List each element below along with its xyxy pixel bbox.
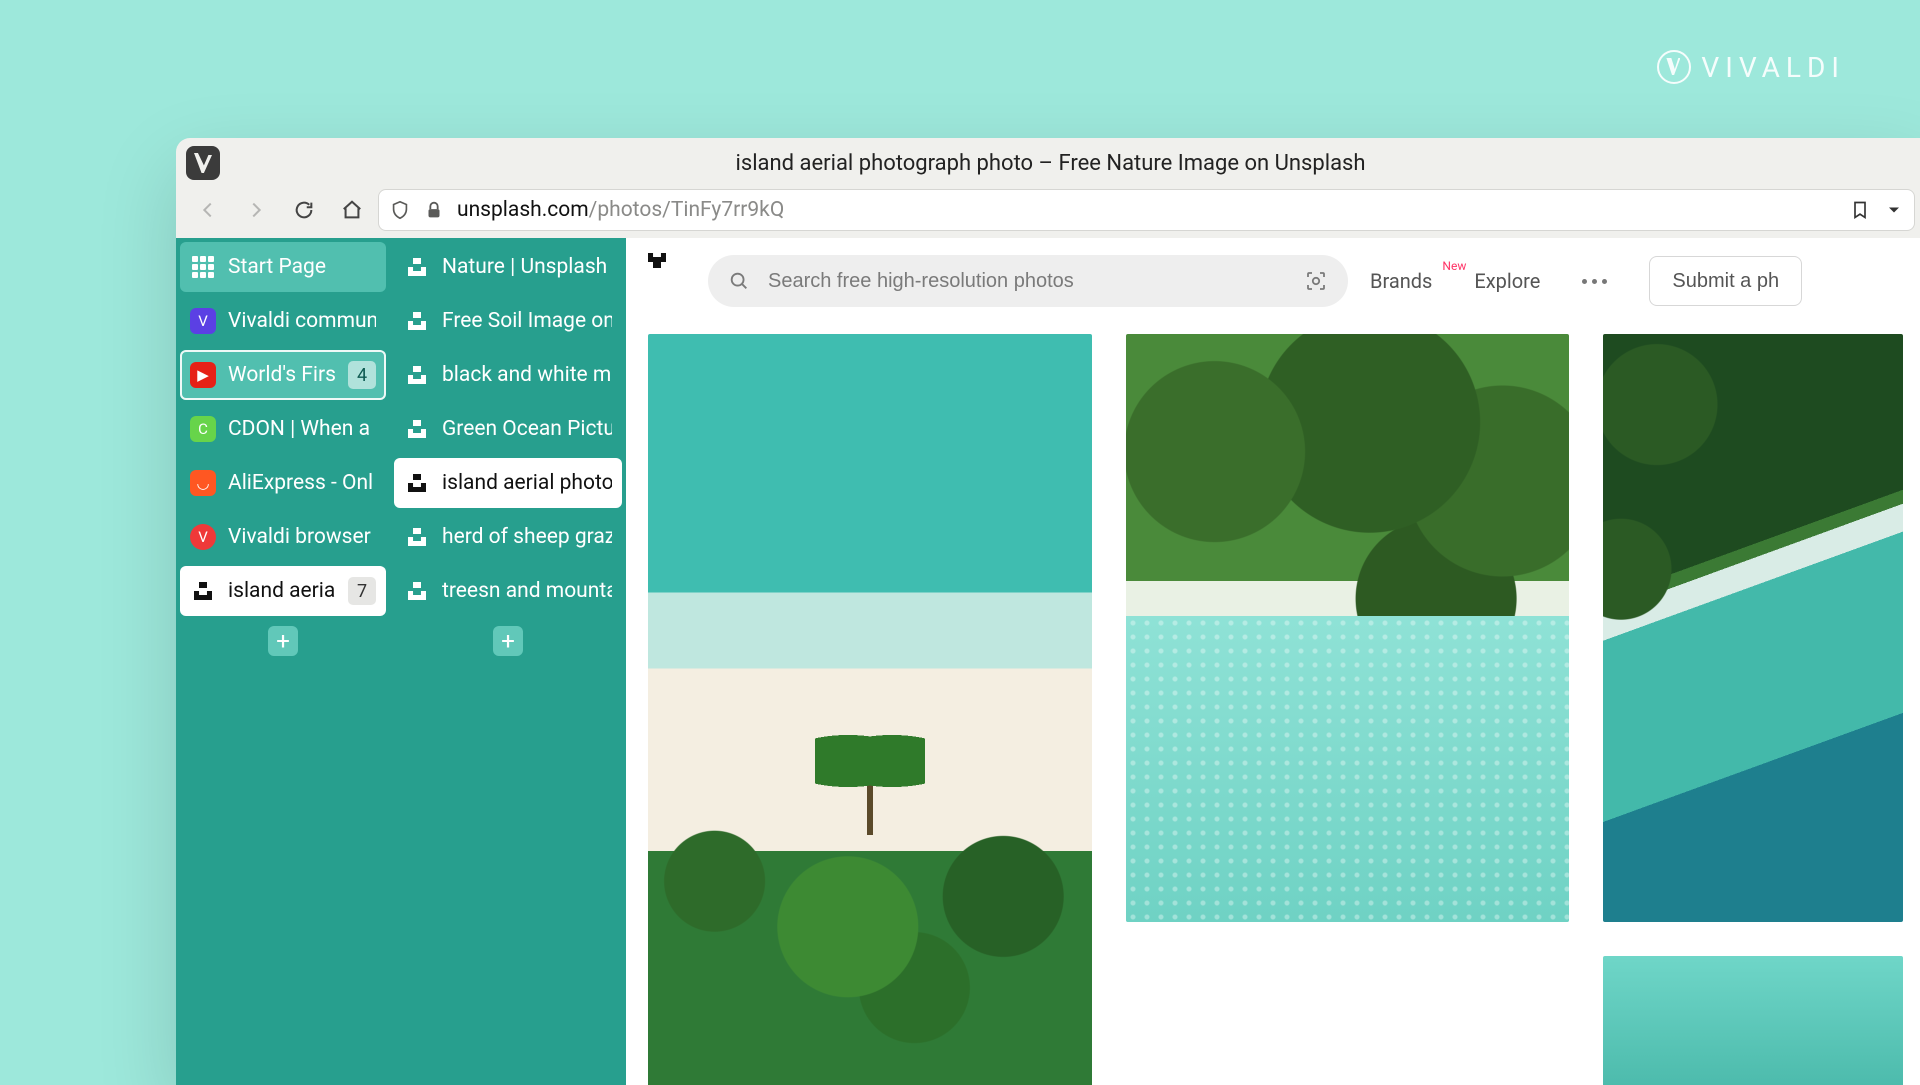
more-menu-icon[interactable]: [1582, 279, 1607, 284]
site-search-input[interactable]: [768, 270, 1286, 293]
tab-stack-count: 7: [348, 577, 376, 605]
lock-icon: [423, 199, 445, 221]
gallery-photo[interactable]: [1126, 334, 1570, 922]
page-content: Brands New Explore Submit a ph: [626, 238, 1920, 1085]
tab-label: herd of sheep graz: [442, 525, 612, 549]
tab-cdon[interactable]: C CDON | When a: [180, 404, 386, 454]
tab-label: Vivaldi browser: [228, 525, 376, 549]
unsplash-icon: [404, 308, 430, 334]
gallery-photo[interactable]: [1603, 334, 1903, 922]
toolbar: unsplash.com/photos/TinFy7rr9kQ: [176, 188, 1920, 238]
vivaldi-watermark: VIVALDI: [1657, 50, 1845, 84]
tab-aliexpress[interactable]: ◡ AliExpress - Onl: [180, 458, 386, 508]
tab-trees-mountains[interactable]: treesn and mounta: [394, 566, 622, 616]
unsplash-icon: [404, 362, 430, 388]
tab-label: black and white m: [442, 363, 612, 387]
vivaldi-wordmark: VIVALDI: [1701, 51, 1845, 84]
tab-column-2: Nature | Unsplash Free Soil Image on bla…: [390, 238, 626, 1085]
forward-button[interactable]: [234, 190, 278, 230]
site-header: Brands New Explore Submit a ph: [626, 238, 1920, 324]
aliexpress-icon: ◡: [190, 470, 216, 496]
url-host: unsplash.com: [457, 198, 589, 222]
tab-vivaldi-browser[interactable]: V Vivaldi browser: [180, 512, 386, 562]
nav-brands[interactable]: Brands New: [1370, 269, 1432, 293]
unsplash-icon: [404, 524, 430, 550]
new-subtab-button[interactable]: +: [493, 626, 523, 656]
home-button[interactable]: [330, 190, 374, 230]
vivaldi-icon: V: [190, 308, 216, 334]
tab-green-ocean[interactable]: Green Ocean Pictu: [394, 404, 622, 454]
address-bar[interactable]: unsplash.com/photos/TinFy7rr9kQ: [378, 189, 1915, 231]
gallery-photo[interactable]: [1603, 956, 1903, 1085]
bookmark-icon[interactable]: [1850, 200, 1870, 220]
tab-label: Free Soil Image on: [442, 309, 612, 333]
grid-icon: [190, 254, 216, 280]
back-button[interactable]: [186, 190, 230, 230]
tab-start-page[interactable]: Start Page: [180, 242, 386, 292]
vivaldi-logo-icon: [1657, 50, 1691, 84]
tab-label: AliExpress - Onl: [228, 471, 376, 495]
search-icon: [728, 270, 750, 292]
unsplash-icon: [404, 578, 430, 604]
photo-gallery: [626, 324, 1920, 1085]
tab-label: Start Page: [228, 255, 376, 279]
shield-icon: [389, 199, 411, 221]
tab-label: treesn and mounta: [442, 579, 612, 603]
browser-window: island aerial photograph photo – Free Na…: [176, 138, 1920, 1085]
tab-label: Nature | Unsplash: [442, 255, 612, 279]
tab-free-soil[interactable]: Free Soil Image on: [394, 296, 622, 346]
tab-stack-count: 4: [348, 361, 376, 389]
unsplash-icon: [404, 416, 430, 442]
url-text: unsplash.com/photos/TinFy7rr9kQ: [457, 198, 784, 222]
unsplash-logo-icon[interactable]: [648, 262, 686, 300]
site-search[interactable]: [708, 255, 1348, 307]
visual-search-icon[interactable]: [1304, 269, 1328, 293]
nav-explore[interactable]: Explore: [1474, 269, 1540, 293]
unsplash-icon: [404, 254, 430, 280]
titlebar: island aerial photograph photo – Free Na…: [176, 138, 1920, 188]
tab-herd-of-sheep[interactable]: herd of sheep graz: [394, 512, 622, 562]
vivaldi-red-icon: V: [190, 524, 216, 550]
tab-label: CDON | When a: [228, 417, 376, 441]
gallery-photo[interactable]: [648, 334, 1092, 1085]
page-title: island aerial photograph photo – Free Na…: [176, 151, 1920, 176]
site-nav: Brands New Explore: [1370, 269, 1607, 293]
workspace: Start Page V Vivaldi commun ▶ World's Fi…: [176, 238, 1920, 1085]
url-path: /photos/TinFy7rr9kQ: [589, 198, 785, 222]
tab-island-aerial-stack[interactable]: island aerial 7: [180, 566, 386, 616]
tab-label: Green Ocean Pictu: [442, 417, 612, 441]
tab-island-aerial-photo[interactable]: island aerial photo: [394, 458, 622, 508]
new-tab-button[interactable]: +: [268, 626, 298, 656]
tab-vivaldi-community[interactable]: V Vivaldi commun: [180, 296, 386, 346]
unsplash-icon: [404, 470, 430, 496]
chevron-down-icon[interactable]: [1884, 200, 1904, 220]
tab-label: World's Firs: [228, 363, 336, 387]
tab-label: Vivaldi commun: [228, 309, 376, 333]
tab-column-1: Start Page V Vivaldi commun ▶ World's Fi…: [176, 238, 390, 1085]
tab-label: island aerial: [228, 579, 336, 603]
tab-youtube-worlds-first[interactable]: ▶ World's Firs 4: [180, 350, 386, 400]
tab-black-white[interactable]: black and white m: [394, 350, 622, 400]
tab-nature-unsplash[interactable]: Nature | Unsplash: [394, 242, 622, 292]
cdon-icon: C: [190, 416, 216, 442]
youtube-icon: ▶: [190, 362, 216, 388]
vivaldi-menu-button[interactable]: [186, 146, 220, 180]
tab-label: island aerial photo: [442, 471, 612, 495]
reload-button[interactable]: [282, 190, 326, 230]
submit-photo-button[interactable]: Submit a ph: [1649, 256, 1802, 306]
unsplash-icon: [190, 578, 216, 604]
new-badge: New: [1442, 259, 1466, 273]
